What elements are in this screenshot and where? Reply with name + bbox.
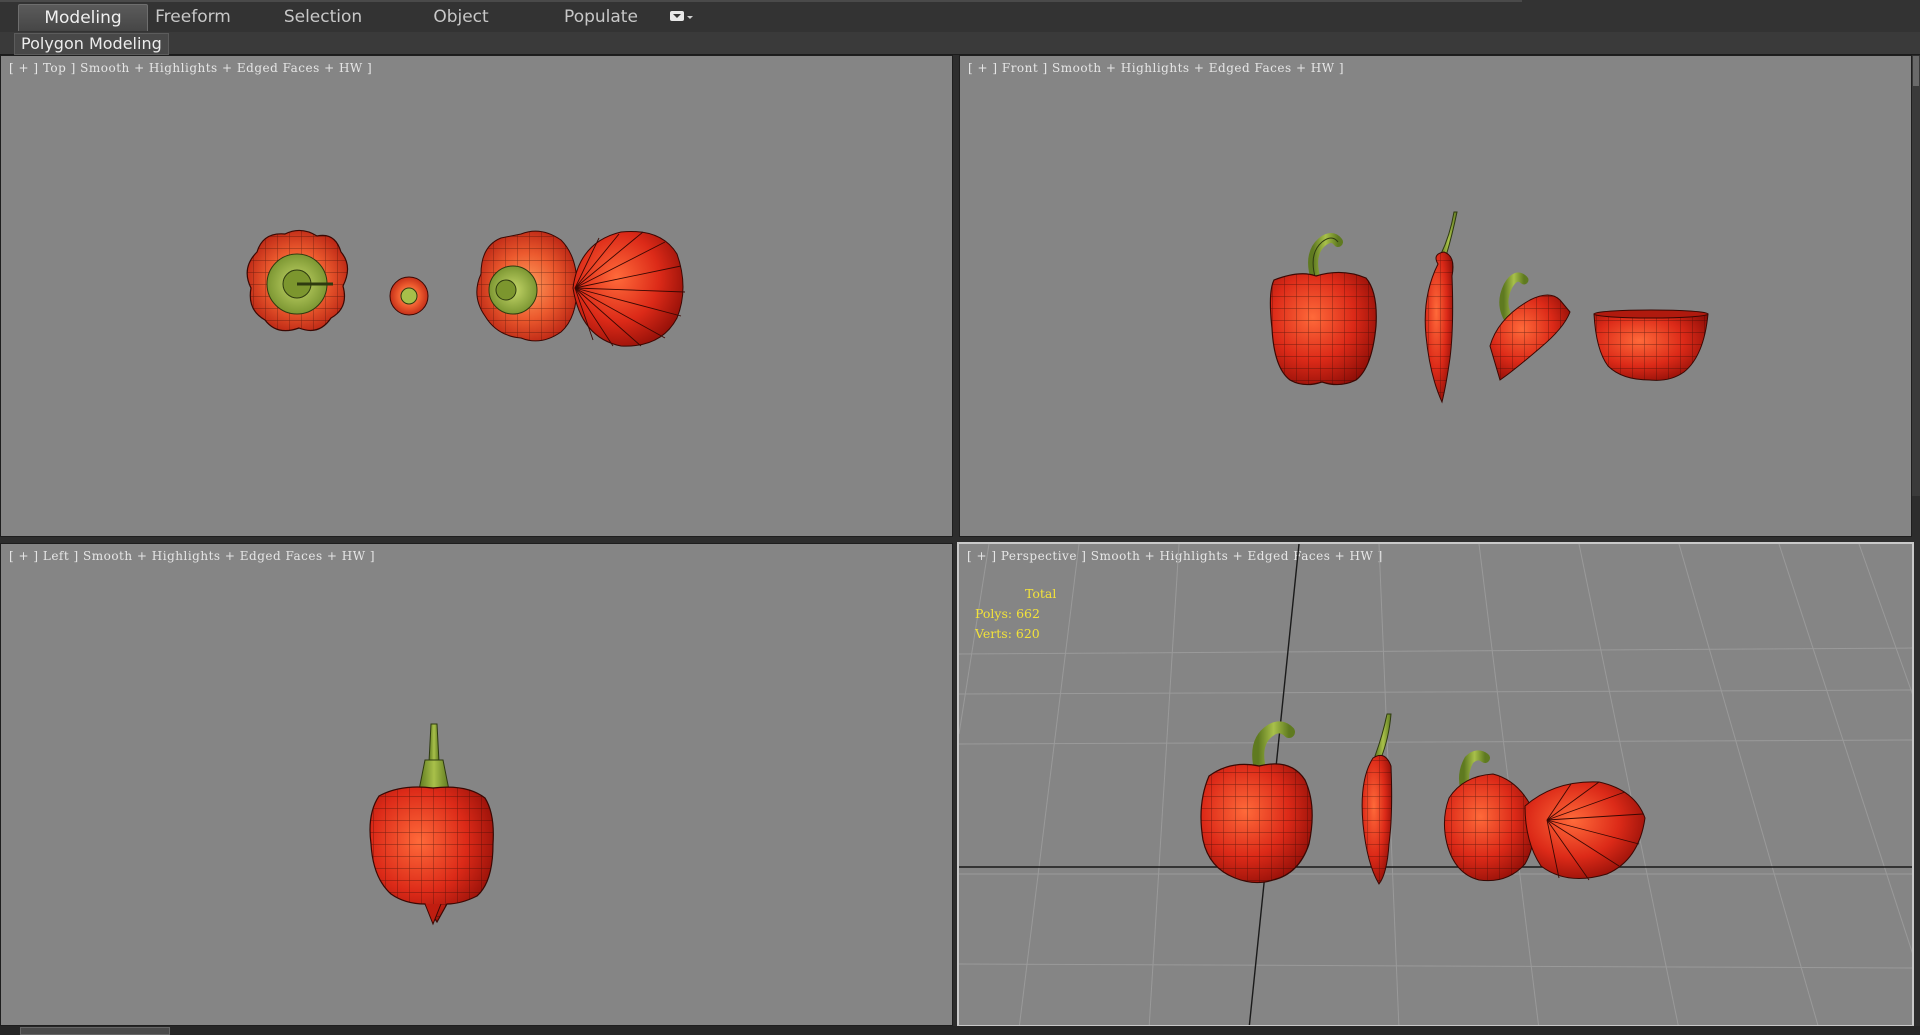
pepper-bottom-front [1593,309,1709,381]
perspective-grid [959,544,1912,1025]
front-view-scene [1269,211,1709,404]
tab-freeform[interactable]: Freeform [150,4,236,30]
scrollbar-thumb[interactable] [1913,56,1919,86]
ribbon-top-line [0,0,1522,2]
stats-total-label: Total [1025,586,1057,601]
viewport-perspective[interactable]: [ + ] Perspective ] Smooth + Highlights … [957,542,1914,1027]
viewport-left[interactable]: [ + ] Left ] Smooth + Highlights + Edged… [0,543,953,1026]
pepper-cap-front [1489,272,1571,381]
bell-pepper-side [369,723,494,926]
left-view-scene [369,723,494,926]
perspective-view-scene [959,544,1912,1025]
bell-pepper-perspective [1200,721,1313,884]
time-slider[interactable] [20,1027,170,1035]
tab-populate[interactable]: Populate [558,4,644,30]
cut-pepper-perspective [1443,750,1646,882]
time-slider-bar [0,1026,1920,1035]
tab-selection[interactable]: Selection [280,4,366,30]
pepper-top-view [246,229,349,332]
ribbon-tab-bar: Modeling Freeform Selection Object Paint… [0,0,1920,53]
top-view-scene [246,229,686,347]
cut-pepper-top-view [476,230,686,347]
bell-pepper-front [1269,233,1377,386]
tab-object-paint[interactable]: Object Paint [410,4,512,53]
ribbon-panel-bar: Polygon Modeling [0,32,1920,55]
viewport-front[interactable]: [ + ] Front ] Smooth + Highlights + Edge… [959,55,1912,537]
stats-verts: Verts: 620 [975,626,1040,641]
scene-statistics: Total Polys: 662 Verts: 620 [975,584,1056,644]
polygon-modeling-button[interactable]: Polygon Modeling [14,33,169,55]
tab-modeling[interactable]: Modeling [18,4,148,31]
stats-polys: Polys: 662 [975,606,1040,621]
chili-perspective [1361,713,1393,885]
ribbon-scrollbar[interactable] [1912,56,1920,496]
ribbon-options-icon[interactable] [668,9,694,25]
viewport-top[interactable]: [ + ] Top ] Smooth + Highlights + Edged … [0,55,953,537]
chili-front [1424,211,1458,404]
chili-top-view [389,276,429,316]
